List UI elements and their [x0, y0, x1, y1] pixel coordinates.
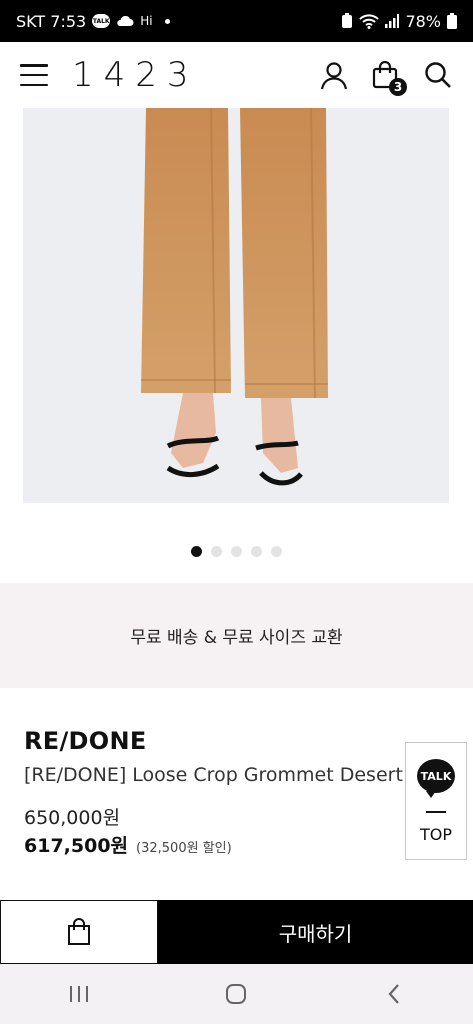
product-name: [RE/DONE] Loose Crop Grommet Desert: [24, 764, 403, 786]
carousel-dot[interactable]: [211, 546, 222, 557]
carousel-dot[interactable]: [271, 546, 282, 557]
system-nav-bar: [0, 964, 473, 1024]
original-price: 650,000원: [24, 807, 121, 829]
battery-saver-icon: [342, 13, 353, 28]
signal-icon: [385, 14, 400, 28]
shopping-bag-icon: [68, 918, 90, 945]
floating-talk-top-panel: TALK TOP: [405, 742, 467, 860]
search-icon[interactable]: [423, 60, 453, 90]
shipping-banner-text: 무료 배송 & 무료 사이즈 교환: [130, 628, 343, 648]
carousel-dot[interactable]: [191, 546, 202, 557]
carousel-dot[interactable]: [231, 546, 242, 557]
purchase-bar: 구매하기: [0, 900, 473, 964]
wifi-icon: [359, 14, 380, 29]
notification-dot-icon: [164, 18, 170, 24]
kakaotalk-notification-icon: TALK: [92, 14, 111, 28]
kakaotalk-chat-button[interactable]: TALK: [417, 759, 455, 798]
back-icon[interactable]: [374, 974, 414, 1014]
jeans-photo: [23, 108, 449, 503]
recent-apps-icon[interactable]: [59, 974, 99, 1014]
product-brand[interactable]: RE/DONE: [24, 727, 147, 755]
carousel-dots: [0, 546, 473, 557]
add-to-cart-button[interactable]: [0, 900, 158, 964]
divider: [426, 811, 446, 813]
cloud-icon: [117, 15, 134, 26]
buy-now-button[interactable]: 구매하기: [158, 900, 473, 964]
sale-price-row: 617,500원 (32,500원 할인): [24, 831, 232, 858]
cart-icon[interactable]: 3: [371, 60, 407, 96]
product-image[interactable]: [23, 108, 449, 503]
discount-amount: (32,500원 할인): [136, 841, 232, 856]
site-logo[interactable]: 1423: [72, 55, 199, 95]
hi-label: Hi: [140, 14, 153, 28]
battery-icon: [447, 13, 457, 29]
scroll-top-button[interactable]: TOP: [420, 825, 452, 844]
carrier-time: SKT 7:53: [16, 11, 87, 31]
shipping-banner: 무료 배송 & 무료 사이즈 교환: [0, 583, 473, 688]
home-icon[interactable]: [216, 974, 256, 1014]
account-icon[interactable]: [319, 60, 349, 90]
site-header: 1423 3: [0, 42, 473, 108]
menu-icon[interactable]: [20, 64, 48, 86]
carousel-dot[interactable]: [251, 546, 262, 557]
sale-price: 617,500원: [24, 835, 129, 857]
status-bar: SKT 7:53 TALK Hi 78%: [0, 0, 473, 42]
cart-count-badge: 3: [389, 78, 407, 96]
battery-percent: 78%: [405, 11, 441, 31]
